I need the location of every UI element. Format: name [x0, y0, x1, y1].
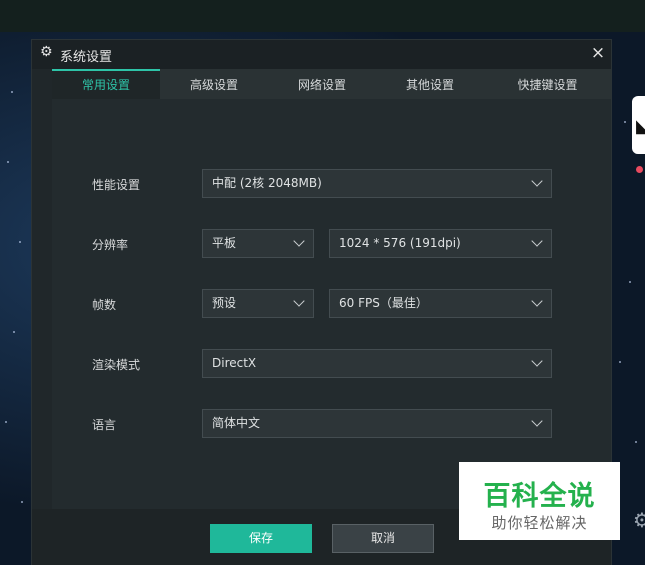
fps-select[interactable]: 60 FPS（最佳）: [329, 289, 552, 318]
dialog-title: 系统设置: [60, 50, 113, 65]
language-value: 简体中文: [212, 416, 261, 430]
side-card[interactable]: ◣: [632, 96, 645, 154]
gear-icon: ⚙: [40, 44, 53, 60]
watermark-subtitle: 助你轻松解决: [491, 514, 588, 532]
chevron-down-icon: [531, 235, 543, 247]
chevron-down-icon: [531, 175, 543, 187]
performance-label: 性能设置: [92, 178, 141, 192]
tab-advanced[interactable]: 高级设置: [160, 69, 268, 99]
resolution-select[interactable]: 1024 * 576 (191dpi): [329, 229, 552, 258]
tab-other[interactable]: 其他设置: [376, 69, 484, 99]
dialog-titlebar: ⚙ 系统设置 ×: [32, 40, 611, 69]
chevron-down-icon: [531, 355, 543, 367]
performance-value: 中配 (2核 2048MB): [212, 176, 322, 190]
close-icon[interactable]: ×: [588, 43, 608, 63]
chevron-down-icon: [293, 295, 305, 307]
render-label: 渲染模式: [92, 358, 141, 372]
tab-bar: 常用设置 高级设置 网络设置 其他设置 快捷键设置: [52, 69, 611, 99]
background-gear-icon[interactable]: ⚙: [633, 508, 645, 532]
render-value: DirectX: [212, 356, 257, 370]
performance-select[interactable]: 中配 (2核 2048MB): [202, 169, 552, 198]
side-card-icon: ◣: [636, 116, 645, 137]
language-select[interactable]: 简体中文: [202, 409, 552, 438]
fps-value: 60 FPS（最佳）: [339, 296, 428, 310]
fps-mode-value: 预设: [212, 296, 237, 310]
tab-network[interactable]: 网络设置: [268, 69, 376, 99]
fps-mode-select[interactable]: 预设: [202, 289, 314, 318]
top-bar: [0, 0, 645, 32]
chevron-down-icon: [531, 295, 543, 307]
notification-dot: [636, 166, 643, 173]
fps-label: 帧数: [92, 298, 117, 312]
watermark-logo: 百科全说 助你轻松解决: [459, 462, 620, 540]
resolution-mode-value: 平板: [212, 236, 237, 250]
chevron-down-icon: [293, 235, 305, 247]
save-button[interactable]: 保存: [210, 524, 312, 553]
settings-panel: 性能设置 中配 (2核 2048MB) 分辨率 平板 1024 * 576 (1…: [52, 99, 611, 509]
watermark-title: 百科全说: [483, 481, 596, 512]
render-select[interactable]: DirectX: [202, 349, 552, 378]
tab-general[interactable]: 常用设置: [52, 69, 160, 99]
chevron-down-icon: [531, 415, 543, 427]
cancel-button[interactable]: 取消: [332, 524, 434, 553]
resolution-label: 分辨率: [92, 238, 129, 252]
resolution-mode-select[interactable]: 平板: [202, 229, 314, 258]
resolution-value: 1024 * 576 (191dpi): [339, 236, 461, 250]
language-label: 语言: [92, 418, 117, 432]
tab-shortcuts[interactable]: 快捷键设置: [484, 69, 611, 99]
